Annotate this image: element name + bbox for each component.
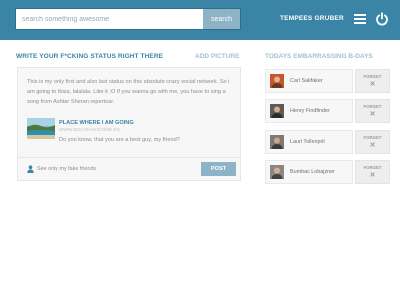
username-link[interactable]: TEMPEES GRUBER bbox=[280, 15, 344, 22]
avatar bbox=[270, 104, 284, 118]
birthday-card[interactable]: Bumbac Lobajzner bbox=[265, 160, 353, 184]
add-picture-link[interactable]: ADD PICTURE bbox=[195, 53, 239, 60]
forget-label: FORGET bbox=[363, 135, 382, 140]
birthday-name[interactable]: Bumbac Lobajzner bbox=[290, 169, 335, 175]
close-icon: ✕ bbox=[369, 111, 376, 118]
search-input[interactable] bbox=[16, 9, 204, 29]
power-icon[interactable] bbox=[375, 12, 389, 26]
birthday-card[interactable]: Carl Sakfaker bbox=[265, 69, 353, 93]
birthday-row: Carl Sakfaker FORGET ✕ bbox=[265, 69, 390, 93]
birthday-name[interactable]: Lauri Tollenpril bbox=[290, 139, 325, 145]
avatar bbox=[270, 135, 284, 149]
place-url[interactable]: WWW.BOLOHAVICOME.ES bbox=[59, 128, 120, 133]
close-icon: ✕ bbox=[369, 172, 376, 179]
search-button[interactable]: search bbox=[203, 9, 240, 29]
birthday-name[interactable]: Henry Findfinder bbox=[290, 108, 330, 114]
avatar bbox=[270, 74, 284, 88]
close-icon: ✕ bbox=[369, 81, 376, 88]
birthday-card[interactable]: Henry Findfinder bbox=[265, 99, 353, 123]
privacy-selector[interactable]: See only my fake friends bbox=[37, 166, 96, 172]
forget-button[interactable]: FORGET ✕ bbox=[355, 160, 390, 184]
avatar bbox=[270, 165, 284, 179]
birthday-row: Lauri Tollenpril FORGET ✕ bbox=[265, 130, 390, 154]
birthday-row: Bumbac Lobajzner FORGET ✕ bbox=[265, 160, 390, 184]
place-title[interactable]: PLACE WHERE I AM GOING bbox=[59, 120, 134, 126]
post-button[interactable]: POST bbox=[201, 162, 236, 176]
status-heading: WRITE YOUR F*CKING STATUS RIGHT THERE bbox=[16, 53, 164, 60]
forget-label: FORGET bbox=[363, 104, 382, 109]
user-icon[interactable] bbox=[27, 165, 34, 173]
status-composer: This is my only first and also last stat… bbox=[17, 67, 241, 181]
birthday-row: Henry Findfinder FORGET ✕ bbox=[265, 99, 390, 123]
forget-label: FORGET bbox=[363, 165, 382, 170]
place-thumbnail bbox=[27, 118, 55, 139]
composer-divider bbox=[18, 157, 240, 158]
top-bar: search TEMPEES GRUBER bbox=[0, 0, 400, 40]
place-description: Do you know, that you are a best guy, my… bbox=[59, 137, 180, 143]
menu-icon[interactable] bbox=[354, 13, 366, 25]
search-box: search bbox=[15, 8, 241, 30]
birthdays-heading: TODAYS EMBARRASSING B-DAYS bbox=[265, 53, 373, 60]
birthday-card[interactable]: Lauri Tollenpril bbox=[265, 130, 353, 154]
forget-button[interactable]: FORGET ✕ bbox=[355, 130, 390, 154]
birthday-name[interactable]: Carl Sakfaker bbox=[290, 78, 323, 84]
forget-label: FORGET bbox=[363, 74, 382, 79]
forget-button[interactable]: FORGET ✕ bbox=[355, 69, 390, 93]
forget-button[interactable]: FORGET ✕ bbox=[355, 99, 390, 123]
status-text[interactable]: This is my only first and also last stat… bbox=[27, 77, 235, 107]
close-icon: ✕ bbox=[369, 142, 376, 149]
